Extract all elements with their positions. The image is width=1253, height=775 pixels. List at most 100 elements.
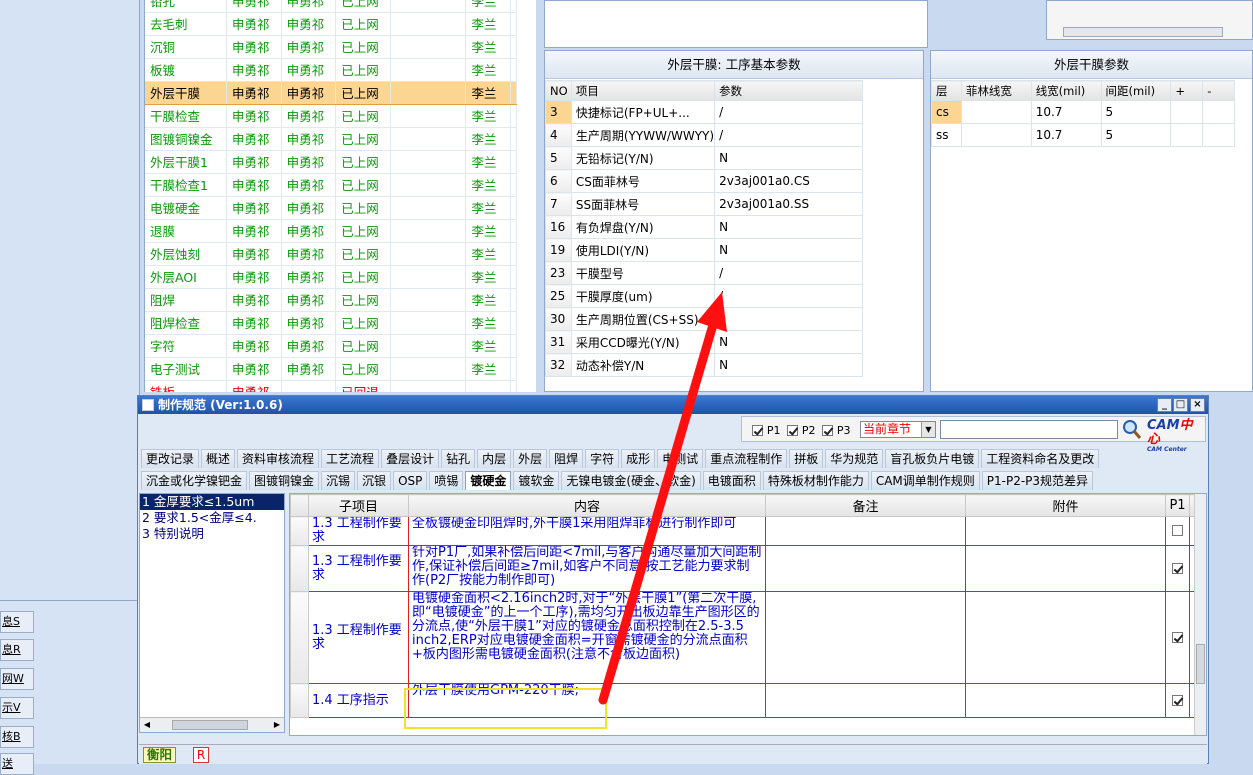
p2-filter[interactable]: P2	[787, 423, 815, 437]
tab-item[interactable]: 盲孔板负片电镀	[885, 449, 980, 468]
tab-item[interactable]: 拼板	[789, 449, 824, 468]
scroll-right-icon[interactable]: ▶	[271, 719, 283, 731]
tab-item[interactable]: 阻焊	[549, 449, 584, 468]
spec-note[interactable]	[765, 516, 966, 546]
left-button-3[interactable]: 网W	[0, 668, 34, 690]
process-row[interactable]: 阻焊检查 申勇祁 申勇祁 已上网 李兰	[145, 311, 518, 335]
tab-item[interactable]: 镀硬金	[465, 471, 512, 490]
tab-item[interactable]: 叠层设计	[381, 449, 440, 468]
process-row[interactable]: 外层干膜 申勇祁 申勇祁 已上网 李兰	[145, 80, 518, 105]
tree-horizontal-scrollbar[interactable]: ◀ ▶	[140, 717, 284, 732]
spec-vertical-scrollbar[interactable]	[1194, 494, 1206, 735]
params-row[interactable]: 7 SS面菲林号 2v3aj001a0.SS	[545, 192, 863, 216]
tab-item[interactable]: 沉锡	[321, 471, 356, 490]
p1-checkbox[interactable]	[1172, 562, 1183, 574]
process-row[interactable]: 外层蚀刻 申勇祁 申勇祁 已上网 李兰	[145, 242, 518, 266]
params-value[interactable]: N	[714, 330, 863, 354]
film-width[interactable]: 10.7	[1030, 100, 1102, 124]
p1-checkbox[interactable]	[1172, 525, 1183, 536]
film-film[interactable]	[960, 123, 1032, 147]
process-row[interactable]: 去毛刺 申勇祁 申勇祁 已上网 李兰	[145, 12, 518, 36]
search-input[interactable]	[940, 420, 1118, 439]
spec-attachment[interactable]	[965, 516, 1166, 546]
params-row[interactable]: 6 CS面菲林号 2v3aj001a0.CS	[545, 169, 863, 193]
params-row[interactable]: 4 生产周期(YYWW/WWYY) /	[545, 123, 863, 147]
params-row[interactable]: 25 干膜厚度(um) /	[545, 284, 863, 308]
scroll-left-icon[interactable]: ◀	[141, 719, 153, 731]
params-value[interactable]: N	[714, 146, 863, 170]
params-row[interactable]: 5 无铅标记(Y/N) N	[545, 146, 863, 170]
left-button-1[interactable]: 息S	[0, 611, 34, 633]
tab-item[interactable]: P1-P2-P3规范差异	[981, 471, 1094, 490]
chevron-down-icon[interactable]: ▼	[921, 422, 935, 437]
left-button-2[interactable]: 息R	[0, 639, 34, 661]
process-row[interactable]: 外层干膜1 申勇祁 申勇祁 已上网 李兰	[145, 150, 518, 174]
horizontal-scrollbar[interactable]	[1063, 27, 1223, 37]
p3-filter[interactable]: P3	[822, 423, 850, 437]
tab-item[interactable]: 工程资料命名及更改	[981, 449, 1100, 468]
params-value[interactable]: /	[714, 284, 863, 308]
p1-checkbox[interactable]	[1172, 694, 1183, 706]
params-row[interactable]: 23 干膜型号 /	[545, 261, 863, 285]
film-row[interactable]: cs 10.7 5	[931, 100, 1235, 124]
spec-attachment[interactable]	[965, 591, 1166, 684]
params-value[interactable]: N	[714, 353, 863, 377]
tab-item[interactable]: 无镍电镀金(硬金、软金)	[561, 471, 701, 490]
spec-content[interactable]: 全板镀硬金印阻焊时,外干膜1采用阻焊菲林进行制作即可	[408, 516, 766, 546]
process-row[interactable]: 电子测试 申勇祁 申勇祁 已上网 李兰	[145, 357, 518, 381]
spec-note[interactable]	[765, 683, 966, 718]
film-minus[interactable]	[1202, 100, 1235, 124]
spec-row[interactable]: 1.3 工程制作要求 电镀硬金面积<2.16inch2时,对于“外层干膜1”(第二…	[290, 591, 1206, 684]
process-row[interactable]: 图镀铜镍金 申勇祁 申勇祁 已上网 李兰	[145, 127, 518, 151]
tab-item[interactable]: 外层	[513, 449, 548, 468]
tab-item[interactable]: 图镀铜镍金	[249, 471, 320, 490]
tab-item[interactable]: 重点流程制作	[705, 449, 788, 468]
spec-row[interactable]: 1.3 工程制作要求 针对P1厂,如果补偿后间距<7mil,与客户沟通尽量加大间距…	[290, 545, 1206, 592]
process-row[interactable]: 退膜 申勇祁 申勇祁 已上网 李兰	[145, 219, 518, 243]
spec-row[interactable]: 1.3 工程制作要求 全板镀硬金印阻焊时,外干膜1采用阻焊菲林进行制作即可	[290, 516, 1206, 546]
params-row[interactable]: 32 动态补偿Y/N N	[545, 353, 863, 377]
params-row[interactable]: 31 采用CCD曝光(Y/N) N	[545, 330, 863, 354]
tab-item[interactable]: 沉金或化学镍钯金	[141, 471, 248, 490]
search-icon[interactable]	[1121, 419, 1143, 440]
p2-checkbox[interactable]	[787, 425, 798, 436]
tab-item[interactable]: 工艺流程	[321, 449, 380, 468]
left-button-4[interactable]: 示V	[0, 697, 34, 719]
film-film[interactable]	[960, 100, 1032, 124]
film-width[interactable]: 10.7	[1030, 123, 1102, 147]
spec-content[interactable]: 针对P1厂,如果补偿后间距<7mil,与客户沟通尽量加大间距制作,保证补偿后间距…	[408, 545, 766, 592]
minimize-button[interactable]: _	[1157, 398, 1172, 412]
process-row[interactable]: 阻焊 申勇祁 申勇祁 已上网 李兰	[145, 288, 518, 312]
tab-item[interactable]: 更改记录	[141, 449, 200, 468]
tab-item[interactable]: 资料审核流程	[237, 449, 320, 468]
film-gap[interactable]: 5	[1100, 100, 1172, 124]
tab-item[interactable]: 电测试	[657, 449, 704, 468]
film-plus[interactable]	[1170, 123, 1204, 147]
params-value[interactable]: /	[714, 123, 863, 147]
spec-note[interactable]	[765, 591, 966, 684]
process-row[interactable]: 干膜检查 申勇祁 申勇祁 已上网 李兰	[145, 104, 518, 128]
film-plus[interactable]	[1170, 100, 1204, 124]
left-button-6[interactable]: 送	[0, 753, 34, 775]
film-minus[interactable]	[1202, 123, 1235, 147]
process-row[interactable]: 外层AOI 申勇祁 申勇祁 已上网 李兰	[145, 265, 518, 289]
spec-content[interactable]: 电镀硬金面积<2.16inch2时,对于“外层干膜1”(第二次干膜,即“电镀硬金…	[408, 591, 766, 684]
process-row[interactable]: 电镀硬金 申勇祁 申勇祁 已上网 李兰	[145, 196, 518, 220]
film-gap[interactable]: 5	[1100, 123, 1172, 147]
process-row[interactable]: 板镀 申勇祁 申勇祁 已上网 李兰	[145, 58, 518, 82]
params-value[interactable]: 2v3aj001a0.CS	[714, 169, 863, 193]
tab-item[interactable]: 电镀面积	[702, 471, 761, 490]
left-button-5[interactable]: 核B	[0, 726, 34, 748]
params-value[interactable]: 2v3aj001a0.SS	[714, 192, 863, 216]
tree-item[interactable]: 1 金厚要求≤1.5um	[140, 494, 284, 510]
spec-row-header[interactable]	[290, 516, 309, 546]
params-row[interactable]: 30 生产周期位置(CS+SS) /	[545, 307, 863, 331]
tab-item[interactable]: CAM调单制作规则	[870, 471, 980, 490]
tab-item[interactable]: 内层	[477, 449, 512, 468]
chapter-select[interactable]: 当前章节 ▼	[860, 421, 936, 438]
params-row[interactable]: 19 使用LDI(Y/N) N	[545, 238, 863, 262]
tab-item[interactable]: 概述	[201, 449, 236, 468]
tab-item[interactable]: 华为规范	[825, 449, 884, 468]
tree-item[interactable]: 2 要求1.5<金厚≤4.	[140, 510, 284, 526]
film-row[interactable]: ss 10.7 5	[931, 123, 1235, 147]
